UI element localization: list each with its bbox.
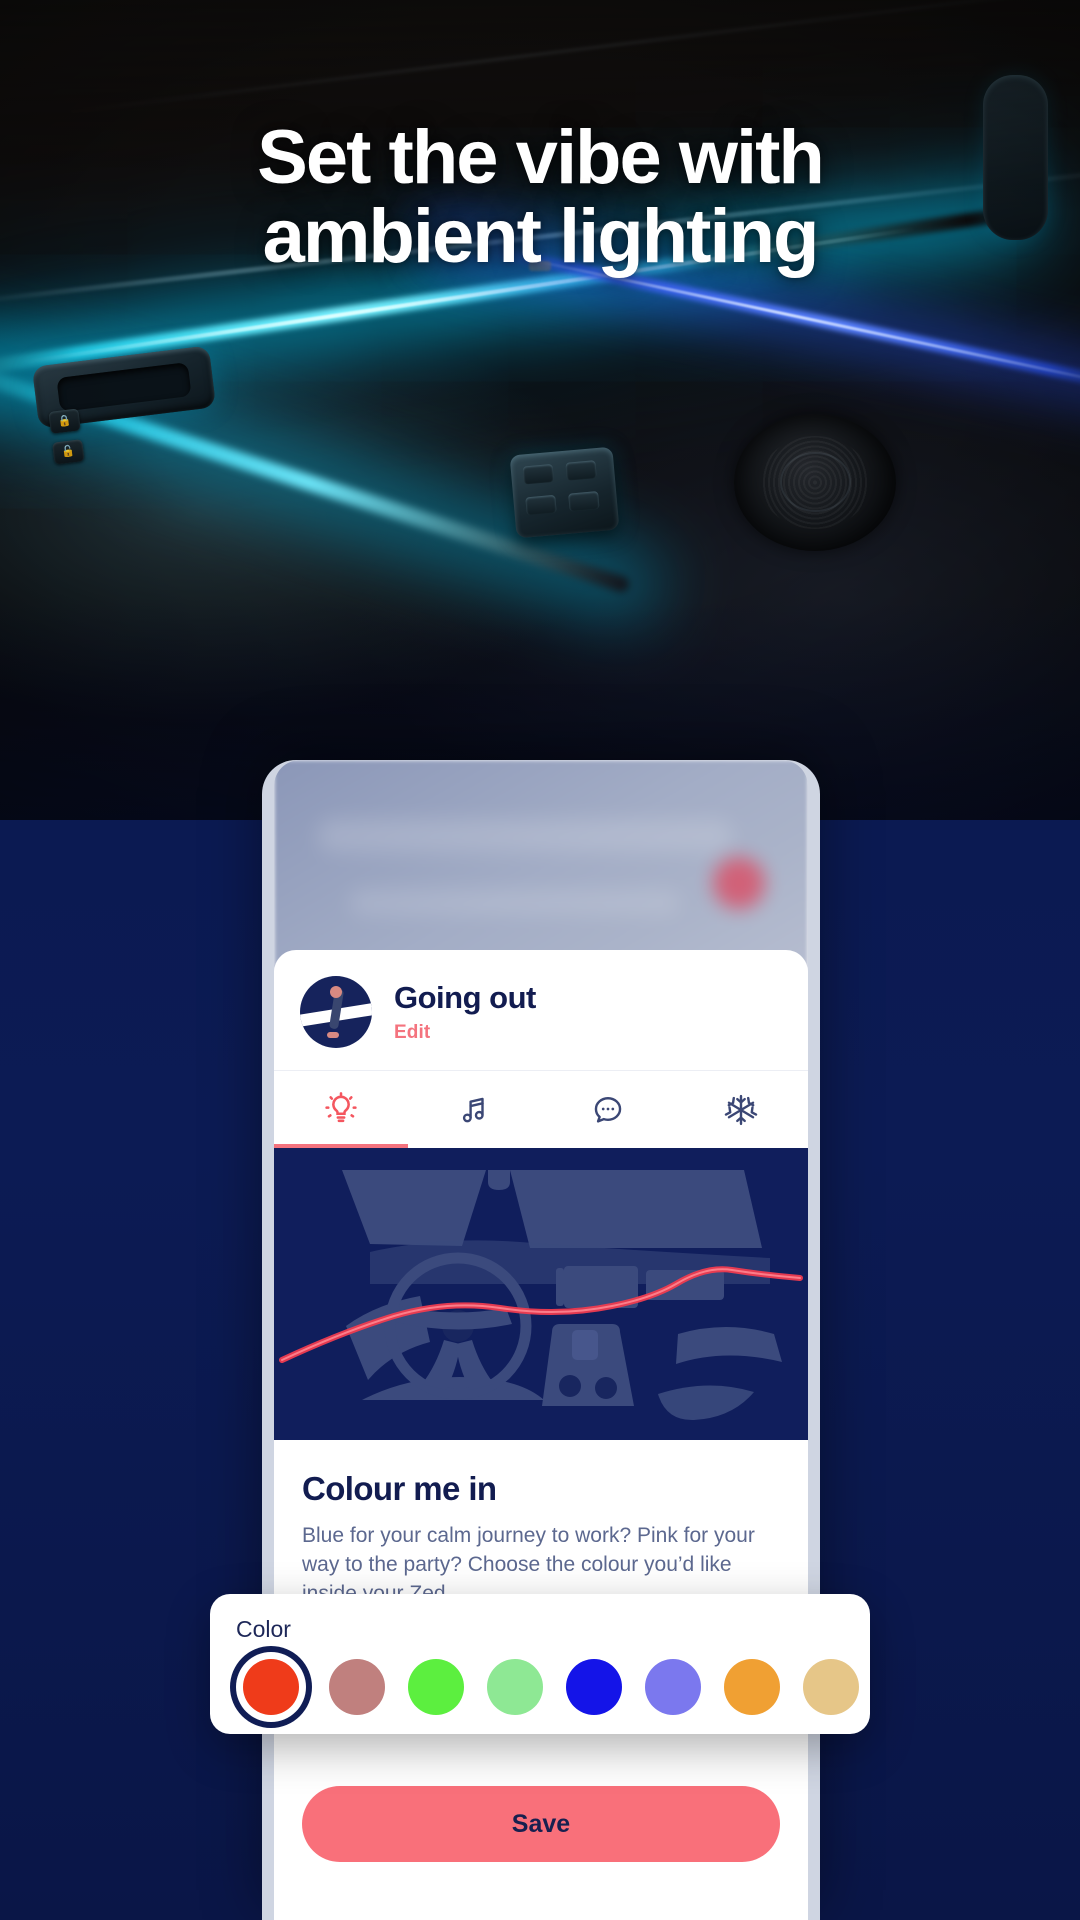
profile-name: Going out (394, 980, 536, 1015)
page-headline: Set the vibe with ambient lighting (0, 118, 1080, 276)
color-picker-sheet: Color (210, 1594, 870, 1734)
car-dashboard-illustration (274, 1148, 808, 1440)
color-swatch-blue[interactable] (566, 1659, 622, 1715)
color-swatch-bright-green[interactable] (408, 1659, 464, 1715)
avatar (300, 976, 372, 1048)
profile-header: Going out Edit (274, 950, 808, 1070)
tab-messages[interactable] (541, 1071, 675, 1148)
color-swatch-light-green[interactable] (487, 1659, 543, 1715)
blurred-app-background (274, 760, 808, 970)
app-card: Going out Edit Colour me in Blue for you… (274, 950, 808, 1627)
tab-lighting[interactable] (274, 1071, 408, 1148)
phone-mockup: Going out Edit Colour me in Blue for you… (262, 760, 820, 1920)
color-swatch-tan[interactable] (803, 1659, 859, 1715)
blurred-shape (316, 818, 734, 853)
color-swatch-row (236, 1659, 859, 1715)
color-swatch-periwinkle[interactable] (645, 1659, 701, 1715)
lightbulb-icon (323, 1091, 359, 1128)
tab-music[interactable] (408, 1071, 542, 1148)
color-swatch-red[interactable] (243, 1659, 299, 1715)
tab-climate[interactable] (675, 1071, 809, 1148)
chat-bubble-icon (591, 1093, 625, 1127)
headline-line-2: ambient lighting (262, 194, 820, 280)
color-swatch-orange[interactable] (724, 1659, 780, 1715)
color-picker-label: Color (236, 1616, 291, 1642)
color-swatch-dusty-rose[interactable] (329, 1659, 385, 1715)
tab-bar (274, 1070, 808, 1148)
blurred-accent-dot (713, 856, 766, 909)
save-bar: Save (274, 1764, 808, 1920)
blurred-shape (348, 890, 680, 916)
headline-line-1: Set the vibe with (257, 115, 825, 200)
phone-screen: Going out Edit Colour me in Blue for you… (274, 760, 808, 1920)
edit-profile-link[interactable]: Edit (394, 1022, 536, 1044)
section-heading: Colour me in (302, 1470, 497, 1507)
screenshot-root: 🔒 🔓 Set the vibe with ambient lighting (0, 0, 1080, 1920)
avatar-figure-foot (326, 1032, 339, 1039)
music-note-icon (457, 1093, 491, 1127)
snowflake-icon (724, 1093, 758, 1127)
save-button[interactable]: Save (302, 1786, 780, 1862)
profile-text: Going out Edit (394, 980, 536, 1044)
